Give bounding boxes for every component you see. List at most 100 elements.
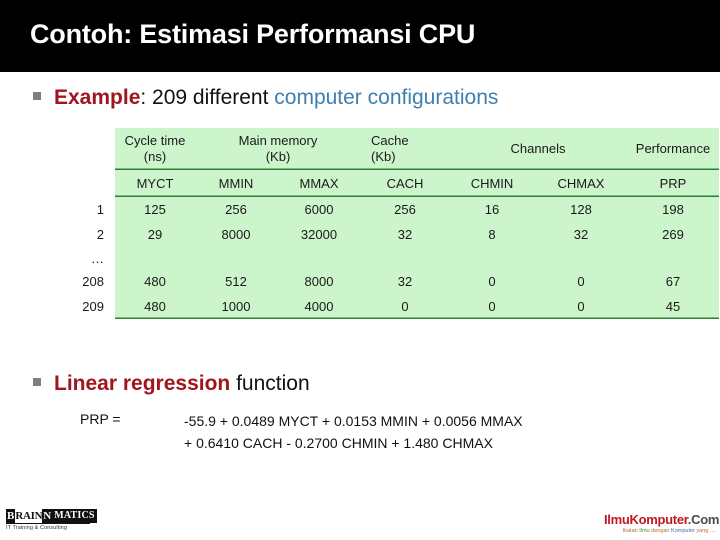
row-label: … — [62, 247, 115, 269]
group-header-main-memory: Main memory (Kb) — [195, 128, 361, 170]
square-bullet-icon — [33, 378, 41, 386]
bullet-item-linear-regression: Linear regression function — [33, 372, 310, 396]
cell-mmax: 4000 — [277, 294, 361, 319]
cell-myct: 480 — [115, 294, 195, 319]
group-header-channels: Channels — [449, 128, 627, 170]
column-header-prp: PRP — [627, 170, 719, 197]
ilmukomputer-name: IlmuKomputer — [604, 512, 688, 527]
column-header-mmin: MMIN — [195, 170, 277, 197]
formula-line-2: + 0.6410 CACH - 0.2700 CHMIN + 1.480 CHM… — [184, 434, 493, 451]
brainmatics-rain: RAIN — [15, 510, 43, 522]
cell-mmin: 8000 — [195, 222, 277, 247]
brainmatics-letter-n: N — [42, 509, 53, 523]
cell-cach: 32 — [361, 269, 449, 294]
group-header-cycle-time: Cycle time (ns) — [115, 128, 195, 170]
cell-prp: 45 — [627, 294, 719, 319]
row-label: 208 — [62, 269, 115, 294]
cell-myct: 29 — [115, 222, 195, 247]
column-header-chmax: CHMAX — [535, 170, 627, 197]
brainmatics-logo-wordmark: B RAIN N MATICS — [6, 509, 97, 524]
ilmukomputer-tagline-2: Ilmu — [639, 528, 650, 534]
cell-mmin: 1000 — [195, 294, 277, 319]
column-header-myct: MYCT — [115, 170, 195, 197]
square-bullet-icon — [33, 92, 41, 100]
cell-cach: 32 — [361, 222, 449, 247]
ilmukomputer-tagline-5: yang .... — [694, 528, 716, 534]
brainmatics-letter-b: B — [6, 509, 16, 523]
cell-prp: 198 — [627, 197, 719, 222]
bullet-example-text: Example: 209 different computer configur… — [54, 86, 498, 110]
cell-chmax: 32 — [535, 222, 627, 247]
cell-cach: 256 — [361, 197, 449, 222]
cpu-dataset-table: Cycle time (ns) Main memory (Kb) Cache (… — [62, 128, 719, 319]
bullet-item-example: Example: 209 different computer configur… — [33, 86, 498, 110]
cell-mmax: 6000 — [277, 197, 361, 222]
group-header-main-memory-line1: Main memory — [238, 132, 318, 148]
table-group-header-row: Cycle time (ns) Main memory (Kb) Cache (… — [62, 128, 719, 170]
ilmukomputer-logo: IlmuKomputer.Com Ikatan Ilmu dengan Komp… — [604, 512, 720, 534]
slide-title-bar: Contoh: Estimasi Performansi CPU — [0, 0, 720, 72]
group-header-cache: Cache (Kb) — [361, 128, 449, 170]
row-label: 2 — [62, 222, 115, 247]
cell-chmin — [449, 247, 535, 269]
group-header-channels-line1: Channels — [510, 140, 566, 156]
table-row-ellipsis: … — [62, 247, 719, 269]
rownum-spacer-2 — [62, 170, 115, 197]
rownum-spacer — [62, 128, 115, 170]
column-header-cach: CACH — [361, 170, 449, 197]
column-header-chmin: CHMIN — [449, 170, 535, 197]
bullet-linear-rest: function — [230, 372, 310, 395]
table-row: 2 29 8000 32000 32 8 32 269 — [62, 222, 719, 247]
brainmatics-matics: MATICS — [52, 509, 97, 523]
cell-prp — [627, 247, 719, 269]
cell-chmax: 0 — [535, 269, 627, 294]
ilmukomputer-tagline-4: Komputer — [671, 528, 695, 534]
formula-lhs: PRP = — [80, 411, 121, 427]
ilmukomputer-wordmark: IlmuKomputer.Com — [604, 512, 720, 527]
cell-chmin: 16 — [449, 197, 535, 222]
brainmatics-tagline: IT Training & Consulting — [6, 525, 67, 531]
group-header-performance-line1: Performance — [635, 140, 711, 156]
group-header-cache-line1: Cache — [371, 132, 409, 148]
bullet-example-lead: Example — [54, 86, 141, 109]
cell-chmax: 0 — [535, 294, 627, 319]
cpu-dataset-table-wrapper: Cycle time (ns) Main memory (Kb) Cache (… — [62, 128, 719, 319]
group-header-cache-line2: (Kb) — [371, 149, 396, 164]
bullet-example-middle: : 209 different — [140, 86, 275, 109]
group-header-cycle-time-line2: (ns) — [143, 149, 167, 164]
cell-prp: 67 — [627, 269, 719, 294]
row-label: 1 — [62, 197, 115, 222]
group-header-main-memory-line2: (Kb) — [265, 149, 291, 164]
group-header-performance: Performance — [627, 128, 719, 170]
cell-chmax: 128 — [535, 197, 627, 222]
column-header-mmax: MMAX — [277, 170, 361, 197]
ilmukomputer-tagline-3: dengan — [649, 528, 672, 534]
ilmukomputer-domain: .Com — [687, 512, 720, 527]
bullet-linear-lead: Linear regression — [54, 372, 231, 395]
formula-line-1: -55.9 + 0.0489 MYCT + 0.0153 MMIN + 0.00… — [184, 413, 523, 429]
cell-myct — [115, 247, 195, 269]
cell-myct: 125 — [115, 197, 195, 222]
cell-chmax — [535, 247, 627, 269]
cell-mmin — [195, 247, 277, 269]
cell-chmin: 0 — [449, 269, 535, 294]
cell-prp: 269 — [627, 222, 719, 247]
cell-cach: 0 — [361, 294, 449, 319]
group-header-cycle-time-line1: Cycle time — [124, 132, 186, 148]
cell-mmax — [277, 247, 361, 269]
bullet-example-highlight: computer configurations — [274, 86, 499, 109]
cell-mmax: 32000 — [277, 222, 361, 247]
cell-cach — [361, 247, 449, 269]
table-row: 209 480 1000 4000 0 0 0 45 — [62, 294, 719, 319]
table-row: 208 480 512 8000 32 0 0 67 — [62, 269, 719, 294]
cell-chmin: 0 — [449, 294, 535, 319]
cell-chmin: 8 — [449, 222, 535, 247]
bullet-linear-text: Linear regression function — [54, 372, 310, 396]
cell-myct: 480 — [115, 269, 195, 294]
table-abbr-header-row: MYCT MMIN MMAX CACH CHMIN CHMAX PRP — [62, 170, 719, 197]
cell-mmin: 256 — [195, 197, 277, 222]
ilmukomputer-tagline: Ikatan Ilmu dengan Komputer yang .... — [604, 528, 716, 534]
page-title: Contoh: Estimasi Performansi CPU — [30, 19, 476, 49]
regression-formula: PRP = -55.9 + 0.0489 MYCT + 0.0153 MMIN … — [80, 411, 523, 454]
row-label: 209 — [62, 294, 115, 319]
